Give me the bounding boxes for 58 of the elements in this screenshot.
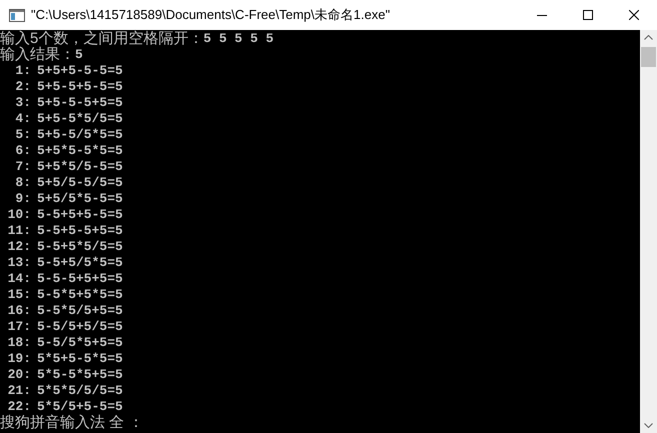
row-number: 19: <box>6 351 31 367</box>
row-number: 7: <box>14 159 31 175</box>
result-value: 5 <box>75 47 83 63</box>
close-icon <box>629 10 639 20</box>
row-number: 20: <box>6 367 31 383</box>
result-label: 输入结果： <box>0 47 75 63</box>
row-number: 21: <box>6 383 31 399</box>
input-values: 5 5 5 5 5 <box>203 31 274 47</box>
row-number: 12: <box>6 239 31 255</box>
row-number: 5: <box>14 127 31 143</box>
expression: 5-5+5+5-5=5 <box>37 207 123 223</box>
row-number: 1: <box>14 63 31 79</box>
row-number: 8: <box>14 175 31 191</box>
expression: 5*5-5*5+5=5 <box>37 367 123 383</box>
row-number: 11: <box>6 223 31 239</box>
expression: 5*5*5/5/5=5 <box>37 383 123 399</box>
expression: 5-5-5+5+5=5 <box>37 271 123 287</box>
window-title: "C:\Users\1415718589\Documents\C-Free\Temp\未命名1.exe" <box>31 6 390 24</box>
row-number: 10: <box>6 207 31 223</box>
expression: 5-5+5-5+5=5 <box>37 223 123 239</box>
row-number: 6: <box>14 143 31 159</box>
expression: 5+5+5-5-5=5 <box>37 63 123 79</box>
expression: 5-5*5+5*5=5 <box>37 287 123 303</box>
row-number: 2: <box>14 79 31 95</box>
expression: 5+5*5-5*5=5 <box>37 143 123 159</box>
expression: 5+5-5-5+5=5 <box>37 95 123 111</box>
expression: 5+5/5*5-5=5 <box>37 191 123 207</box>
expression: 5*5+5-5*5=5 <box>37 351 123 367</box>
row-number: 16: <box>6 303 31 319</box>
console-app-icon <box>9 8 25 22</box>
expression: 5+5-5*5/5=5 <box>37 111 123 127</box>
scroll-down-icon[interactable] <box>644 423 653 428</box>
expression: 5+5-5+5-5=5 <box>37 79 123 95</box>
row-number: 9: <box>14 191 31 207</box>
maximize-icon <box>583 10 593 20</box>
minimize-icon <box>537 14 547 16</box>
row-number: 4: <box>14 111 31 127</box>
row-number: 14: <box>6 271 31 287</box>
expression: 5-5/5+5/5=5 <box>37 319 123 335</box>
ime-status: 搜狗拼音输入法 全 ： <box>0 415 144 431</box>
expression: 5+5*5/5-5=5 <box>37 159 123 175</box>
row-number: 22: <box>6 399 31 414</box>
row-number: 3: <box>14 95 31 111</box>
row-number: 17: <box>6 319 31 335</box>
expression: 5-5/5*5+5=5 <box>37 335 123 351</box>
expression: 5-5+5/5*5=5 <box>37 255 123 271</box>
expression: 5-5+5*5/5=5 <box>37 239 123 255</box>
scroll-up-icon[interactable] <box>644 35 653 40</box>
row-number: 13: <box>6 255 31 271</box>
expression: 5+5/5-5/5=5 <box>37 175 123 191</box>
scrollbar[interactable] <box>640 30 657 433</box>
expression: 5-5*5/5+5=5 <box>37 303 123 319</box>
input-prompt: 输入5个数，之间用空格隔开： <box>0 31 204 47</box>
row-number: 15: <box>6 287 31 303</box>
expression: 5+5-5/5*5=5 <box>37 127 123 143</box>
row-number: 18: <box>6 335 31 351</box>
expression: 5*5/5+5-5=5 <box>37 399 123 414</box>
scrollbar-thumb[interactable] <box>641 47 656 67</box>
